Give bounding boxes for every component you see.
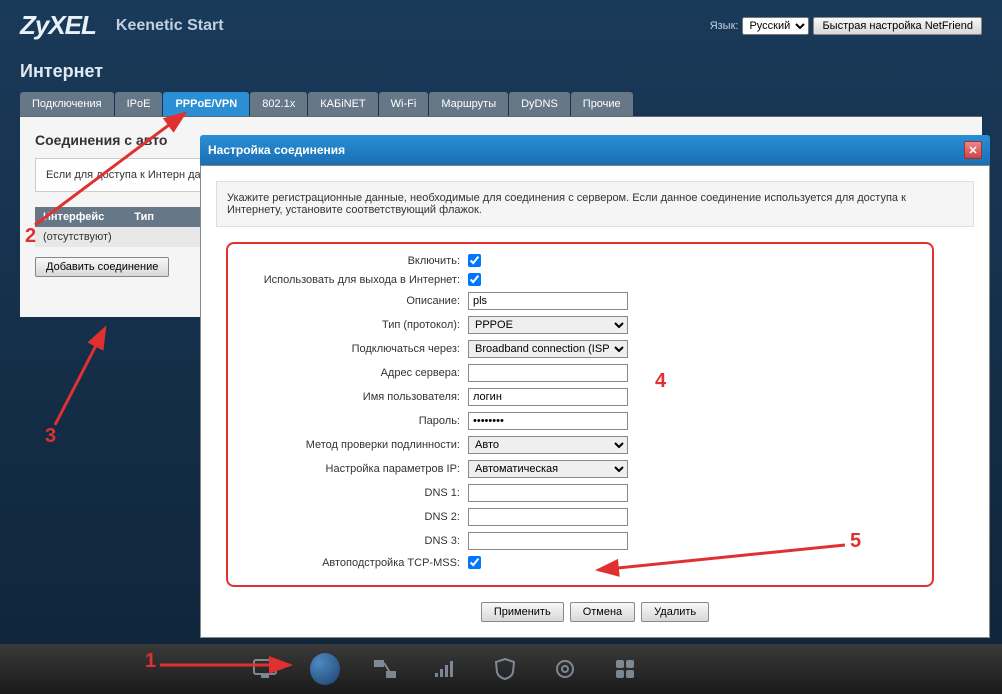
language-area: Язык: Русский Быстрая настройка NetFrien… <box>710 17 982 35</box>
modal-body: Укажите регистрационные данные, необходи… <box>200 165 990 638</box>
label-dns2: DNS 2: <box>238 511 468 523</box>
input-dns3[interactable] <box>468 532 628 550</box>
label-username: Имя пользователя: <box>238 391 468 403</box>
network-icon[interactable] <box>370 654 400 684</box>
section-title: Интернет <box>0 46 1002 92</box>
modal-button-row: Применить Отмена Удалить <box>216 602 974 622</box>
language-label: Язык: <box>710 20 739 32</box>
tab-connections[interactable]: Подключения <box>20 92 114 116</box>
col-type: Тип <box>134 211 154 223</box>
tab-wifi[interactable]: Wi-Fi <box>379 92 429 116</box>
language-select[interactable]: Русский <box>742 17 809 35</box>
cancel-button[interactable]: Отмена <box>570 602 635 622</box>
logo-area: ZyXEL Keenetic Start <box>20 10 224 41</box>
input-dns1[interactable] <box>468 484 628 502</box>
label-tcp-mss: Автоподстройка TCP-MSS: <box>238 557 468 569</box>
annotation-4: 4 <box>655 370 666 393</box>
label-dns1: DNS 1: <box>238 487 468 499</box>
label-use-internet: Использовать для выхода в Интернет: <box>238 274 468 286</box>
select-auth-method[interactable]: Авто <box>468 436 628 454</box>
globe-icon[interactable] <box>310 654 340 684</box>
delete-button[interactable]: Удалить <box>641 602 709 622</box>
checkbox-tcp-mss[interactable] <box>468 556 481 569</box>
input-dns2[interactable] <box>468 508 628 526</box>
arrow-3 <box>50 320 120 430</box>
close-icon: ✕ <box>968 144 977 157</box>
tab-routes[interactable]: Маршруты <box>429 92 508 116</box>
label-connect-via: Подключаться через: <box>238 343 468 355</box>
monitor-icon[interactable] <box>250 654 280 684</box>
apps-icon[interactable] <box>610 654 640 684</box>
signal-icon[interactable] <box>430 654 460 684</box>
label-type: Тип (протокол): <box>238 319 468 331</box>
quick-setup-button[interactable]: Быстрая настройка NetFriend <box>813 17 982 35</box>
label-enable: Включить: <box>238 255 468 267</box>
annotation-3: 3 <box>45 425 56 448</box>
label-auth: Метод проверки подлинности: <box>238 439 468 451</box>
label-dns3: DNS 3: <box>238 535 468 547</box>
add-connection-button[interactable]: Добавить соединение <box>35 257 169 277</box>
input-description[interactable] <box>468 292 628 310</box>
select-type[interactable]: PPPOE <box>468 316 628 334</box>
form-highlight-box: Включить: Использовать для выхода в Инте… <box>226 242 934 587</box>
tab-other[interactable]: Прочие <box>571 92 633 116</box>
label-description: Описание: <box>238 295 468 307</box>
annotation-1: 1 <box>145 650 156 673</box>
input-password[interactable] <box>468 412 628 430</box>
label-password: Пароль: <box>238 415 468 427</box>
select-ip-settings[interactable]: Автоматическая <box>468 460 628 478</box>
connection-settings-modal: Настройка соединения ✕ Укажите регистрац… <box>200 135 990 638</box>
model-name: Keenetic Start <box>116 17 224 35</box>
modal-title: Настройка соединения <box>208 143 345 157</box>
checkbox-use-internet[interactable] <box>468 273 481 286</box>
select-connect-via[interactable]: Broadband connection (ISP) <box>468 340 628 358</box>
annotation-2: 2 <box>25 225 36 248</box>
input-server[interactable] <box>468 364 628 382</box>
modal-close-button[interactable]: ✕ <box>964 141 982 159</box>
tab-8021x[interactable]: 802.1x <box>250 92 307 116</box>
tab-pppoe-vpn[interactable]: PPPoE/VPN <box>163 92 249 116</box>
tab-dydns[interactable]: DyDNS <box>509 92 570 116</box>
tab-ipoe[interactable]: IPoE <box>115 92 163 116</box>
tabs-row: Подключения IPoE PPPoE/VPN 802.1x КАБiNE… <box>20 92 982 117</box>
label-server: Адрес сервера: <box>238 367 468 379</box>
header: ZyXEL Keenetic Start Язык: Русский Быстр… <box>0 0 1002 46</box>
checkbox-enable[interactable] <box>468 254 481 267</box>
tab-kabinet[interactable]: КАБiNET <box>308 92 377 116</box>
brand-logo: ZyXEL <box>20 10 96 41</box>
modal-description: Укажите регистрационные данные, необходи… <box>216 181 974 227</box>
col-interface: Интерфейс <box>43 211 104 223</box>
input-username[interactable] <box>468 388 628 406</box>
label-ip-settings: Настройка параметров IP: <box>238 463 468 475</box>
shield-icon[interactable] <box>490 654 520 684</box>
apply-button[interactable]: Применить <box>481 602 564 622</box>
modal-titlebar: Настройка соединения ✕ <box>200 135 990 165</box>
gear-icon[interactable] <box>550 654 580 684</box>
annotation-5: 5 <box>850 530 861 553</box>
